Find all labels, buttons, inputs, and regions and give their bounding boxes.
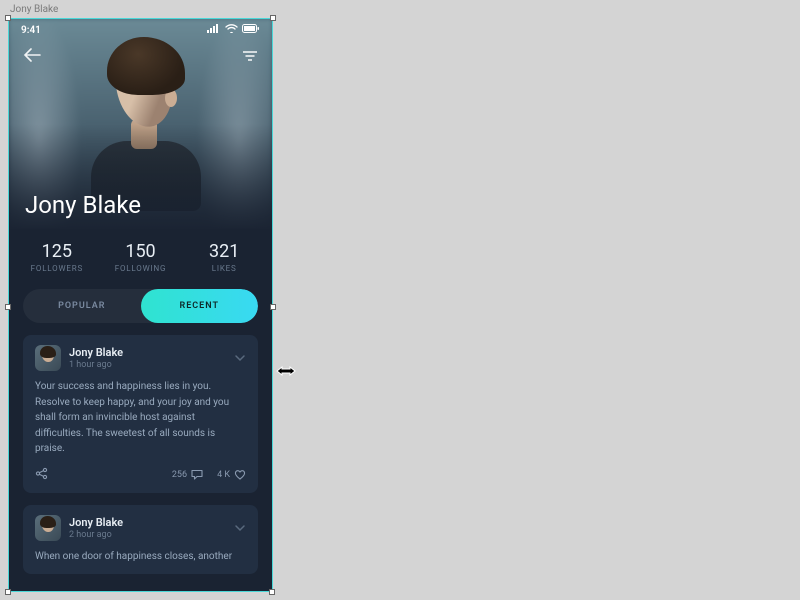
profile-name: Jony Blake	[25, 191, 141, 219]
selection-handle[interactable]	[269, 589, 275, 595]
stat-following[interactable]: 150 FOLLOWING	[99, 241, 183, 273]
stat-label: LIKES	[182, 264, 266, 273]
share-icon[interactable]	[35, 467, 48, 483]
like-count: 4 K	[217, 470, 230, 480]
selection-handle[interactable]	[270, 304, 276, 310]
selection-handle[interactable]	[5, 15, 11, 21]
selection-handle[interactable]	[5, 304, 11, 310]
stat-value: 321	[182, 241, 266, 262]
chevron-down-icon[interactable]	[234, 347, 246, 366]
stat-likes[interactable]: 321 LIKES	[182, 241, 266, 273]
status-bar: 9:41	[9, 19, 272, 41]
chevron-down-icon[interactable]	[234, 517, 246, 536]
post-time: 1 hour ago	[69, 360, 123, 370]
mobile-artboard[interactable]: 9:41 Jony Blake	[8, 18, 273, 592]
selection-handle[interactable]	[270, 15, 276, 21]
back-arrow-icon[interactable]	[23, 47, 41, 66]
tab-bar: POPULAR RECENT	[23, 289, 258, 323]
stat-followers[interactable]: 125 FOLLOWERS	[15, 241, 99, 273]
artboard-label: Jony Blake	[10, 4, 58, 15]
stat-label: FOLLOWERS	[15, 264, 99, 273]
post-card[interactable]: Jony Blake 2 hour ago When one door of h…	[23, 505, 258, 575]
avatar[interactable]	[35, 515, 61, 541]
post-author: Jony Blake	[69, 516, 123, 529]
tab-recent[interactable]: RECENT	[141, 289, 259, 323]
post-time: 2 hour ago	[69, 530, 123, 540]
comment-count: 256	[172, 470, 187, 480]
stat-value: 125	[15, 241, 99, 262]
stat-label: FOLLOWING	[99, 264, 183, 273]
selection-handle[interactable]	[5, 589, 11, 595]
avatar[interactable]	[35, 345, 61, 371]
filter-icon[interactable]	[242, 47, 258, 66]
heart-icon	[234, 469, 246, 480]
resize-horizontal-cursor-icon	[276, 362, 296, 374]
stats-row: 125 FOLLOWERS 150 FOLLOWING 321 LIKES	[9, 229, 272, 283]
tab-popular[interactable]: POPULAR	[23, 289, 141, 323]
battery-icon	[242, 24, 260, 36]
likes-metric[interactable]: 4 K	[217, 469, 246, 480]
post-body: When one door of happiness closes, anoth…	[35, 549, 246, 565]
post-body: Your success and happiness lies in you. …	[35, 379, 246, 457]
wifi-icon	[225, 24, 238, 36]
post-list: Jony Blake 1 hour ago Your success and h…	[9, 335, 272, 574]
post-author: Jony Blake	[69, 346, 123, 359]
profile-hero: 9:41 Jony Blake	[9, 19, 272, 229]
status-time: 9:41	[21, 25, 41, 36]
stat-value: 150	[99, 241, 183, 262]
post-card[interactable]: Jony Blake 1 hour ago Your success and h…	[23, 335, 258, 493]
comments-metric[interactable]: 256	[172, 469, 203, 480]
signal-icon	[207, 24, 221, 36]
comment-icon	[191, 469, 203, 480]
